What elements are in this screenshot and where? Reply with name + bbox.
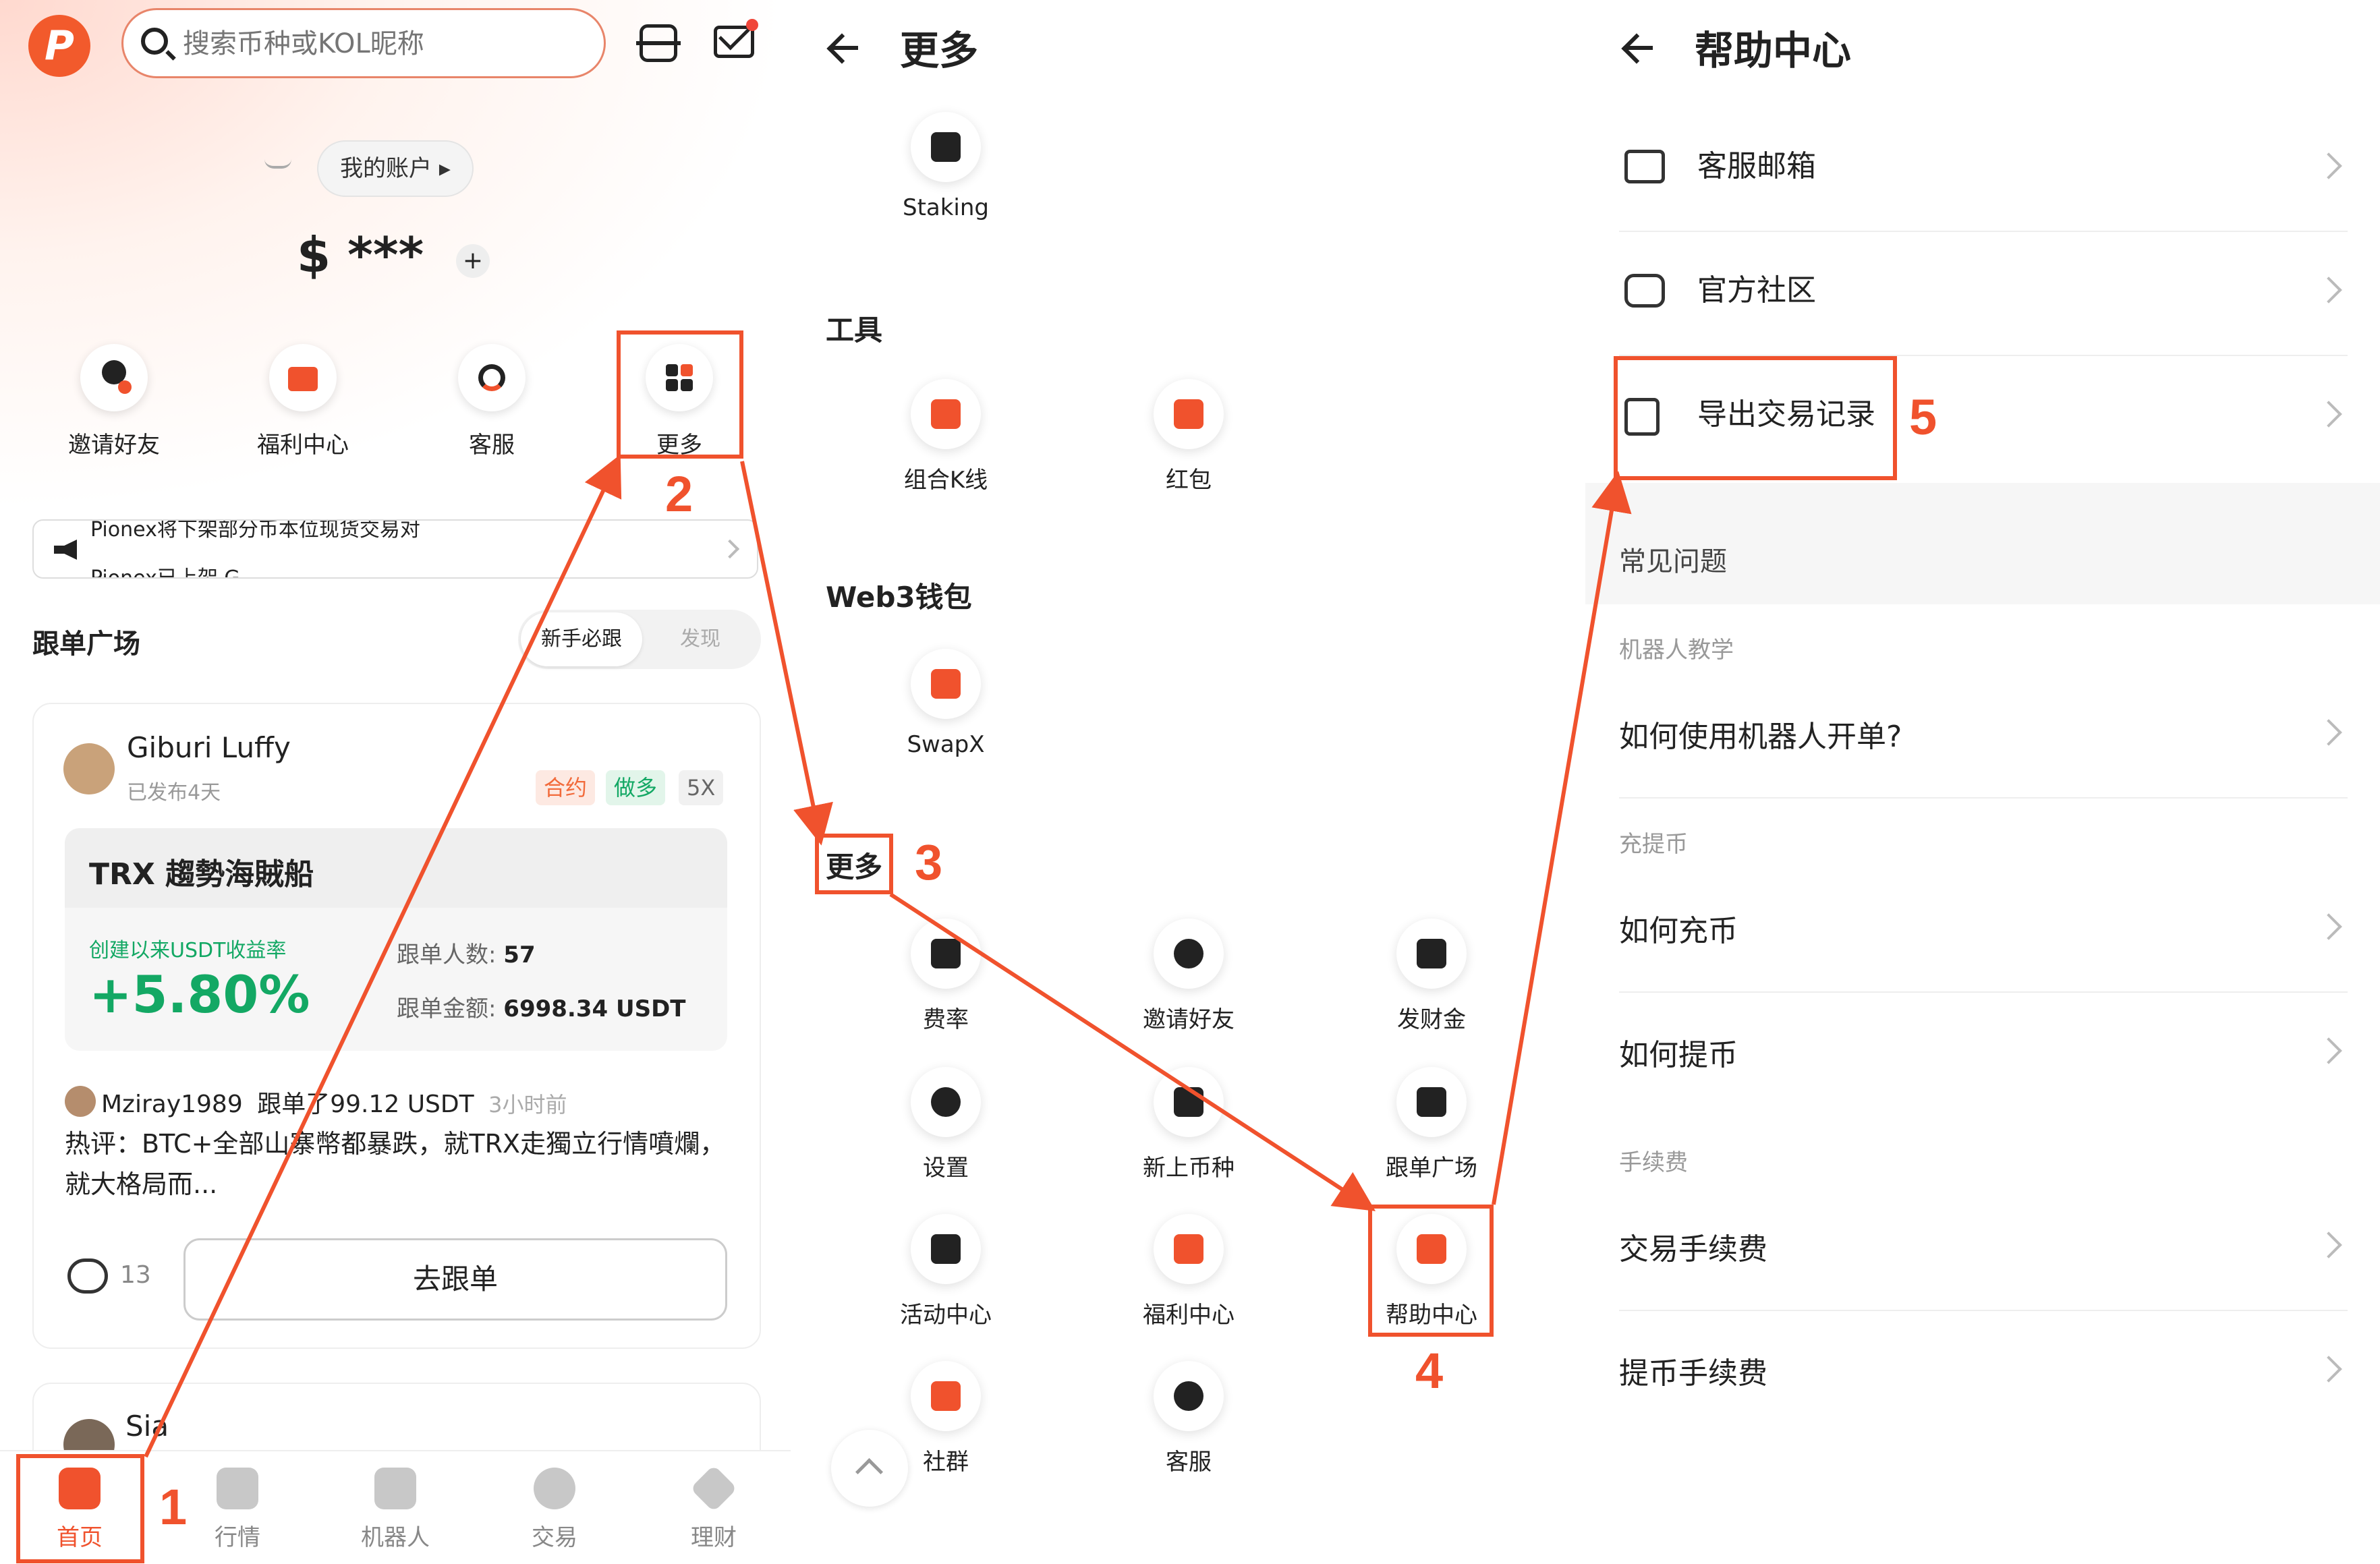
- arrow-step-2-3: [740, 461, 833, 846]
- arrow-step-3-4: [889, 892, 1376, 1211]
- flow-arrows: [144, 454, 1632, 1458]
- arrow-step-1-2: [144, 454, 622, 1458]
- arrow-step-4-5: [1492, 471, 1632, 1205]
